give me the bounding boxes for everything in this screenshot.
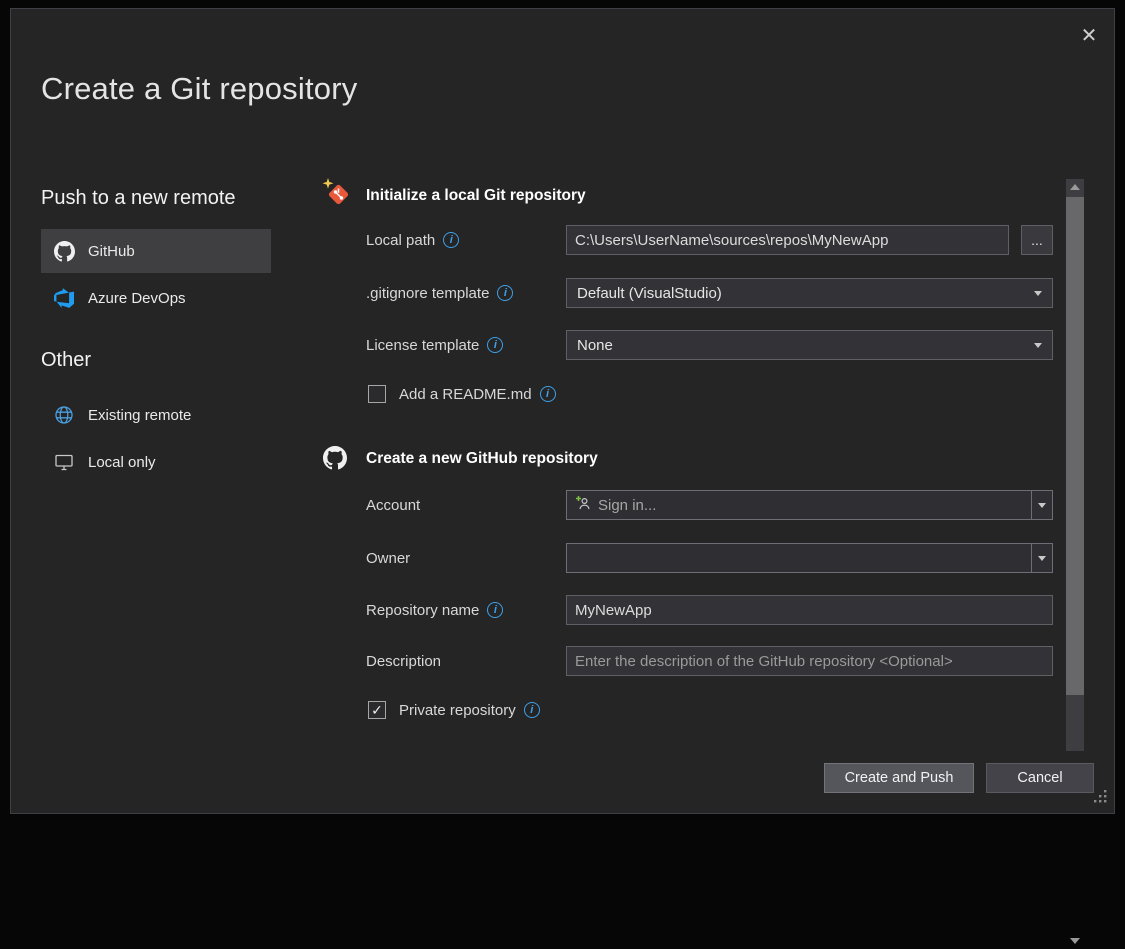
- account-dropdown-button[interactable]: [1031, 491, 1052, 519]
- owner-row: Owner: [11, 543, 1116, 573]
- scroll-down-button[interactable]: [1066, 933, 1084, 949]
- local-path-label-group: Local path i: [366, 225, 459, 255]
- private-checkbox[interactable]: ✓: [368, 701, 386, 719]
- gitignore-row: .gitignore template i Default (VisualStu…: [11, 278, 1116, 308]
- owner-label: Owner: [366, 550, 410, 567]
- scrollbar-thumb[interactable]: [1066, 197, 1084, 695]
- description-row: Description: [11, 646, 1116, 676]
- sidebar-item-local-only[interactable]: Local only: [41, 441, 271, 483]
- close-icon: ✕: [1081, 23, 1098, 48]
- git-init-icon: [321, 177, 353, 209]
- readme-info-icon[interactable]: i: [540, 386, 556, 402]
- license-label-group: License template i: [366, 330, 503, 360]
- description-label-group: Description: [366, 646, 441, 676]
- resize-grip[interactable]: [1092, 788, 1108, 809]
- private-row: ✓ Private repository i: [368, 699, 540, 721]
- readme-label: Add a README.md: [399, 386, 532, 403]
- arrow-up-icon: [1070, 184, 1080, 190]
- chevron-down-icon: [1038, 503, 1046, 508]
- sign-in-icon: [575, 495, 591, 515]
- repo-name-row: Repository name i: [11, 595, 1116, 625]
- gitignore-info-icon[interactable]: i: [497, 285, 513, 301]
- browse-button[interactable]: ...: [1021, 225, 1053, 255]
- account-label-group: Account: [366, 490, 420, 520]
- globe-icon: [53, 404, 75, 426]
- account-combo[interactable]: Sign in...: [566, 490, 1053, 520]
- github-section-heading: Create a new GitHub repository: [366, 450, 598, 468]
- description-label: Description: [366, 653, 441, 670]
- repo-name-label-group: Repository name i: [366, 595, 503, 625]
- scrollbar-track[interactable]: [1066, 179, 1084, 751]
- gitignore-label-group: .gitignore template i: [366, 278, 513, 308]
- account-placeholder: Sign in...: [598, 497, 656, 514]
- owner-combo[interactable]: [566, 543, 1053, 573]
- github-section-icon: [323, 446, 347, 475]
- local-path-input[interactable]: [566, 225, 1009, 255]
- repo-name-label: Repository name: [366, 602, 479, 619]
- private-info-icon[interactable]: i: [524, 702, 540, 718]
- owner-dropdown-button[interactable]: [1031, 544, 1052, 572]
- chevron-down-icon: [1034, 291, 1042, 296]
- create-and-push-button[interactable]: Create and Push: [824, 763, 974, 793]
- account-label: Account: [366, 497, 420, 514]
- create-git-repo-dialog: ✕ Create a Git repository Push to a new …: [10, 8, 1115, 814]
- local-path-label: Local path: [366, 232, 435, 249]
- private-label: Private repository: [399, 702, 516, 719]
- sidebar-item-existing-remote[interactable]: Existing remote: [41, 394, 271, 436]
- description-input[interactable]: [566, 646, 1053, 676]
- init-section-heading: Initialize a local Git repository: [366, 187, 586, 205]
- arrow-down-icon: [1070, 938, 1080, 944]
- readme-row: Add a README.md i: [368, 383, 556, 405]
- push-remote-heading: Push to a new remote: [41, 187, 236, 210]
- check-icon: ✓: [371, 702, 383, 719]
- license-label: License template: [366, 337, 479, 354]
- license-info-icon[interactable]: i: [487, 337, 503, 353]
- gitignore-dropdown[interactable]: Default (VisualStudio): [566, 278, 1053, 308]
- license-row: License template i None: [11, 330, 1116, 360]
- sidebar-item-local-label: Local only: [88, 454, 156, 471]
- readme-checkbox[interactable]: [368, 385, 386, 403]
- local-path-row: Local path i ...: [11, 225, 1116, 255]
- license-dropdown[interactable]: None: [566, 330, 1053, 360]
- repo-name-info-icon[interactable]: i: [487, 602, 503, 618]
- close-button[interactable]: ✕: [1071, 19, 1107, 51]
- page-title: Create a Git repository: [41, 71, 357, 107]
- cancel-button[interactable]: Cancel: [986, 763, 1094, 793]
- scroll-up-button[interactable]: [1066, 179, 1084, 195]
- local-path-info-icon[interactable]: i: [443, 232, 459, 248]
- chevron-down-icon: [1038, 556, 1046, 561]
- chevron-down-icon: [1034, 343, 1042, 348]
- account-row: Account Sign in...: [11, 490, 1116, 520]
- repo-name-input[interactable]: [566, 595, 1053, 625]
- gitignore-label: .gitignore template: [366, 285, 489, 302]
- monitor-icon: [53, 451, 75, 473]
- license-value: None: [577, 337, 1034, 354]
- gitignore-value: Default (VisualStudio): [577, 285, 1034, 302]
- owner-label-group: Owner: [366, 543, 410, 573]
- sidebar-item-existing-label: Existing remote: [88, 407, 191, 424]
